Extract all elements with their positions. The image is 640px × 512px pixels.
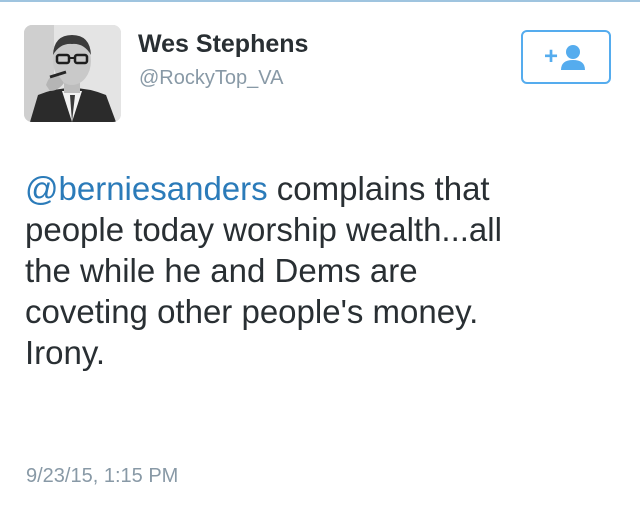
add-user-icon: + (544, 43, 585, 70)
tweet-line: Irony. (25, 334, 106, 371)
tweet-line: coveting other people's money. (25, 293, 479, 330)
mention-link[interactable]: @berniesanders (25, 170, 268, 207)
top-divider (0, 0, 640, 2)
tweet-text: @berniesanders complains that people toda… (25, 168, 625, 373)
tweet-line: the while he and Dems are (25, 252, 418, 289)
follow-button[interactable]: + (521, 30, 611, 84)
tweet-line: people today worship wealth...all (25, 211, 502, 248)
avatar[interactable] (24, 25, 121, 122)
plus-glyph: + (544, 43, 558, 70)
tweet-card: Wes Stephens @RockyTop_VA + @berniesande… (0, 0, 640, 512)
user-handle[interactable]: @RockyTop_VA (139, 67, 283, 90)
avatar-photo (24, 25, 121, 122)
tweet-line: complains that (267, 170, 490, 207)
user-name[interactable]: Wes Stephens (138, 30, 308, 59)
timestamp[interactable]: 9/23/15, 1:15 PM (26, 465, 178, 488)
